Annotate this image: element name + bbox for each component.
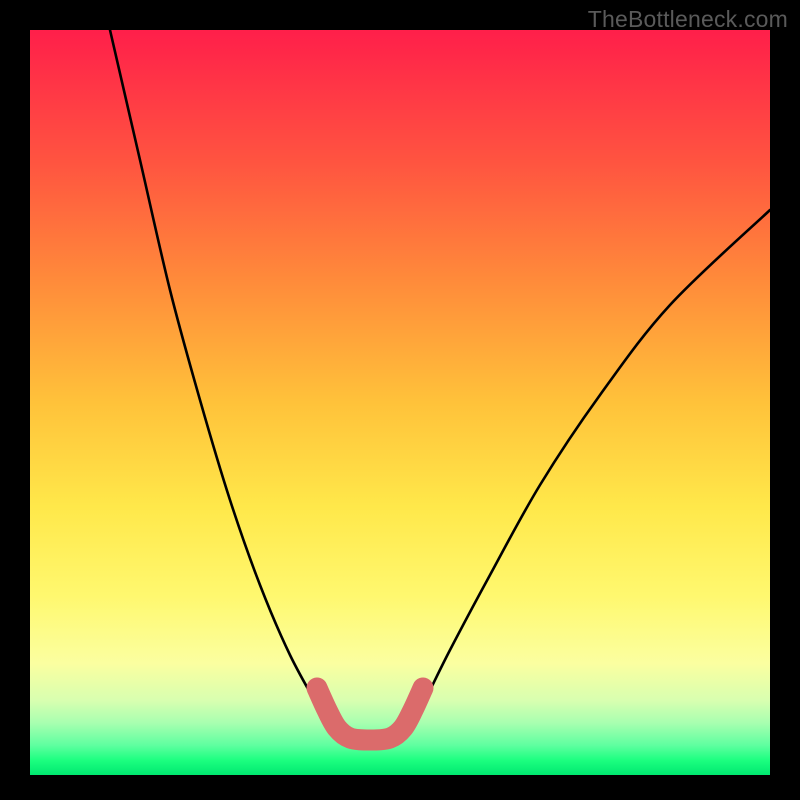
chart-frame: TheBottleneck.com	[0, 0, 800, 800]
left-curve	[110, 30, 332, 730]
curve-layer	[30, 30, 770, 775]
plot-area	[30, 30, 770, 775]
notch-marker	[317, 688, 423, 740]
watermark-text: TheBottleneck.com	[588, 6, 788, 33]
right-curve	[408, 210, 770, 730]
